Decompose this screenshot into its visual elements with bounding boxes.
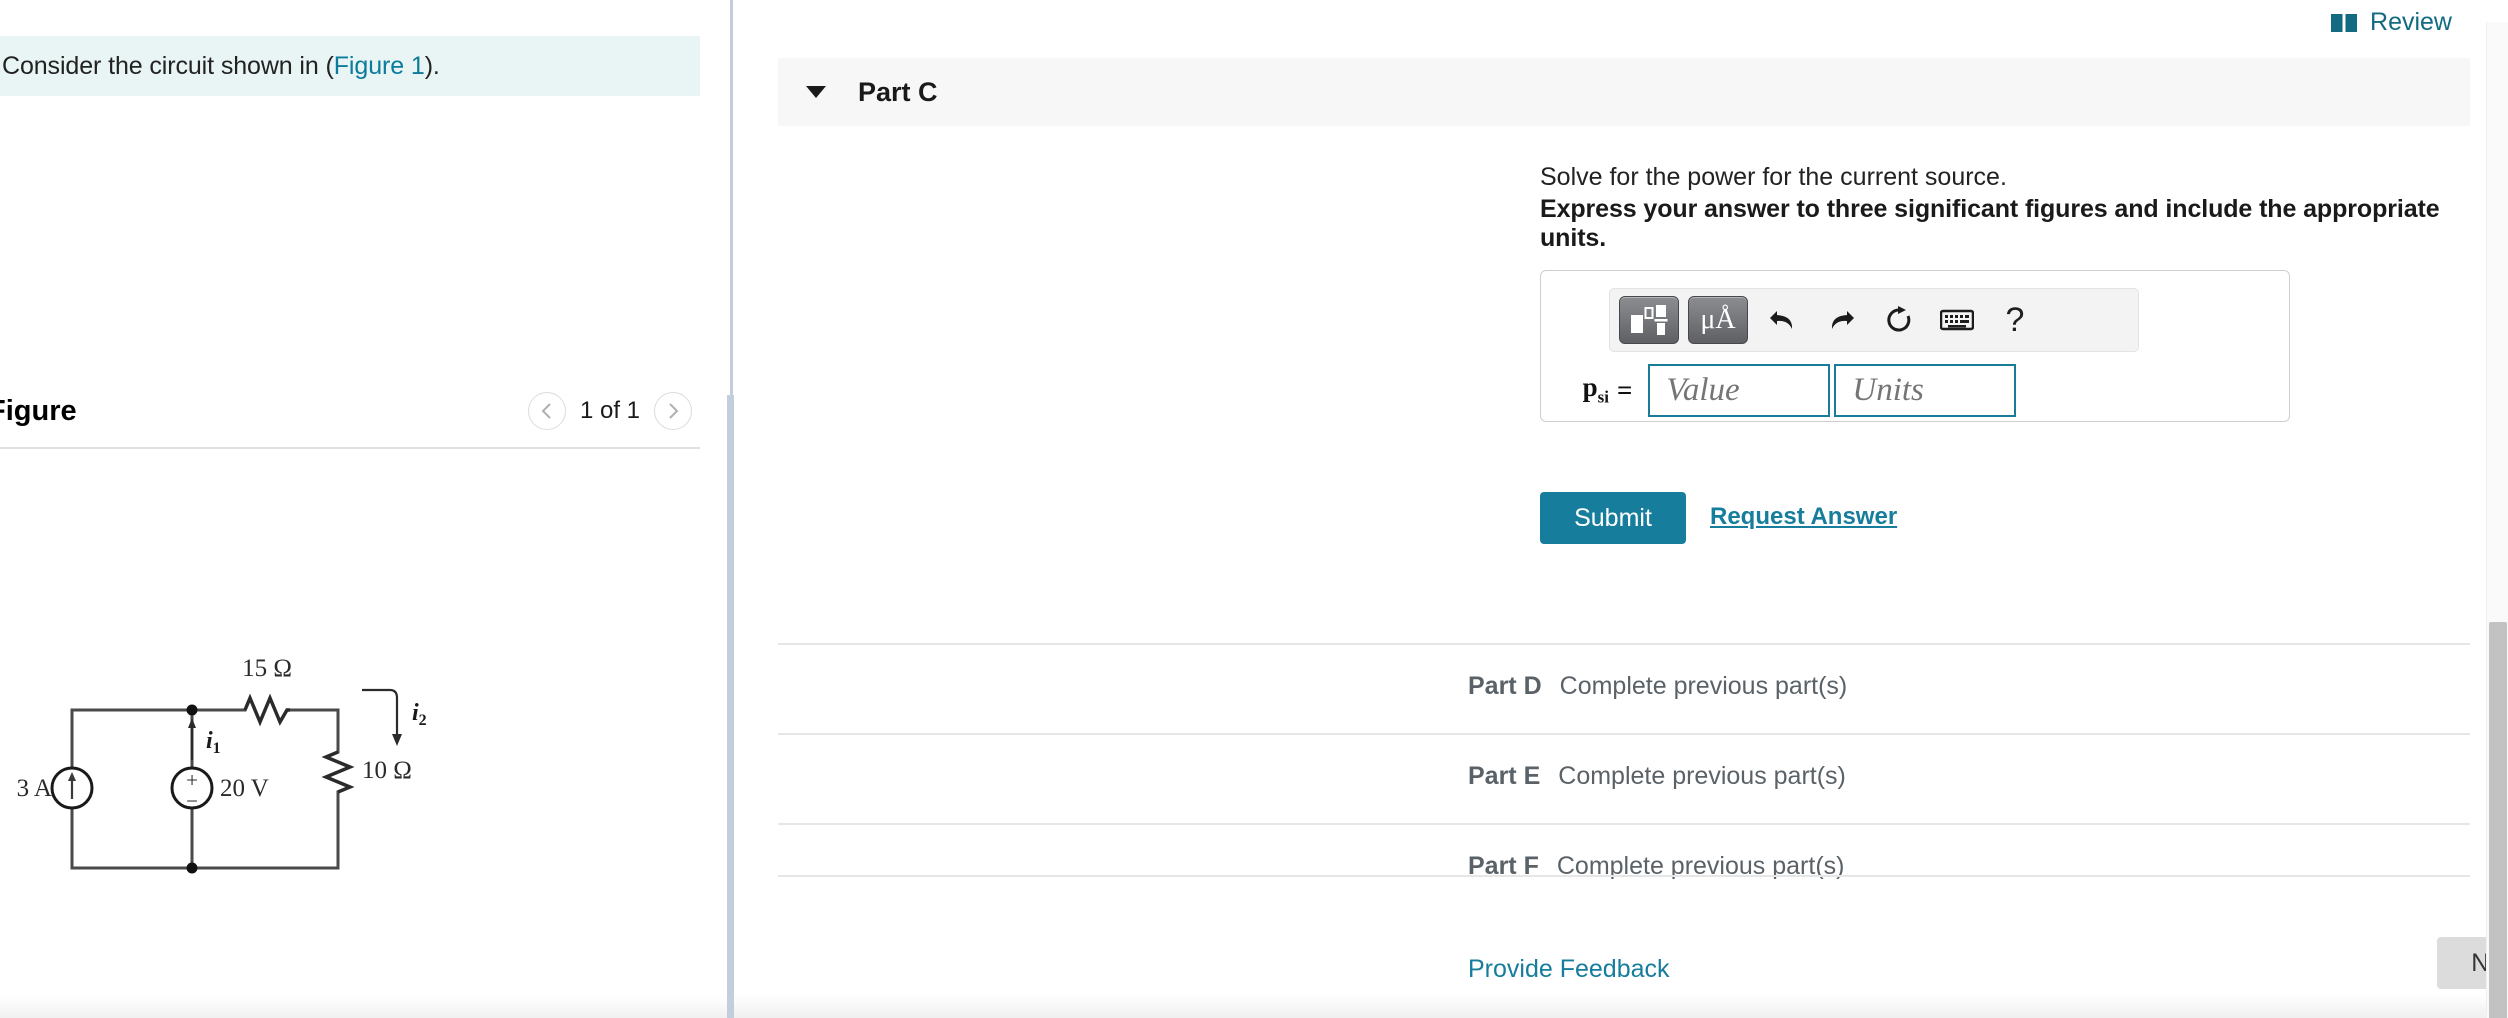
help-button[interactable]: ? bbox=[1992, 297, 2038, 343]
undo-arrow-icon bbox=[1770, 311, 1793, 329]
answer-variable-subscript: si bbox=[1597, 387, 1609, 407]
intro-prefix: Consider the circuit shown in ( bbox=[2, 51, 334, 80]
keyboard-icon bbox=[1940, 309, 1974, 331]
answer-variable: p bbox=[1582, 372, 1598, 403]
resistor-15-ohm-label: 15 Ω bbox=[242, 655, 292, 682]
voltage-minus-sign: − bbox=[186, 789, 198, 813]
figure-panel: Consider the circuit shown in (Figure 1)… bbox=[0, 0, 727, 1018]
redo-arrow-icon bbox=[1831, 311, 1854, 329]
circuit-diagram-svg: + − 3 A 20 V 15 Ω 10 Ω i1 i2 bbox=[17, 655, 427, 874]
chevron-left-icon bbox=[541, 403, 551, 419]
answer-entry-card: μÅ ? psi = Value Units bbox=[1540, 270, 2290, 422]
math-template-button[interactable] bbox=[1619, 296, 1679, 344]
page-scrollbar-track[interactable] bbox=[2486, 22, 2508, 1018]
resistor-10-ohm-label: 10 Ω bbox=[362, 757, 412, 784]
request-answer-link[interactable]: Request Answer bbox=[1710, 503, 1897, 531]
figure-title: Figure bbox=[0, 394, 77, 427]
i2-label: i2 bbox=[412, 700, 427, 729]
page-scrollbar-thumb[interactable] bbox=[2489, 622, 2507, 1018]
answer-value-input[interactable] bbox=[1648, 363, 1831, 417]
answer-variable-label: psi bbox=[1553, 372, 1609, 407]
math-template-icon bbox=[1631, 305, 1668, 335]
problem-intro-text: Consider the circuit shown in (Figure 1)… bbox=[0, 52, 440, 81]
left-panel-scrollbar[interactable] bbox=[0, 996, 727, 1018]
figure-1-link[interactable]: Figure 1 bbox=[334, 52, 425, 80]
assignment-panel: Review Part C Solve for the power for th… bbox=[734, 0, 2508, 1018]
figure-prev-button[interactable] bbox=[527, 392, 566, 430]
book-icon bbox=[2331, 13, 2358, 32]
caret-down-icon[interactable] bbox=[806, 86, 826, 98]
figure-nav: 1 of 1 bbox=[527, 382, 692, 440]
figure-counter: 1 of 1 bbox=[579, 397, 640, 424]
resistor-15-ohm-symbol bbox=[243, 693, 290, 727]
part-e-label: Part E bbox=[1468, 761, 1541, 790]
units-button[interactable]: μÅ bbox=[1688, 296, 1748, 344]
panel-divider-upper bbox=[730, 0, 733, 395]
answer-input-row: psi = bbox=[1541, 357, 2291, 423]
part-row-d[interactable]: Part D Complete previous part(s) bbox=[778, 643, 2470, 727]
part-row-e[interactable]: Part E Complete previous part(s) bbox=[778, 733, 2470, 817]
resistor-10-ohm-symbol bbox=[321, 750, 355, 794]
figure-divider bbox=[0, 447, 700, 449]
figure-next-button[interactable] bbox=[654, 392, 692, 430]
review-label: Review bbox=[2370, 8, 2452, 36]
review-link[interactable]: Review bbox=[2331, 8, 2452, 37]
micro-angstrom-icon: μÅ bbox=[1700, 304, 1736, 335]
part-row-f[interactable]: Part F Complete previous part(s) bbox=[778, 823, 2470, 907]
chevron-right-icon bbox=[669, 403, 679, 419]
redo-button[interactable] bbox=[1818, 297, 1864, 343]
circuit-figure[interactable]: + − 3 A 20 V 15 Ω 10 Ω i1 i2 bbox=[0, 580, 700, 920]
part-c-title: Part C bbox=[858, 76, 938, 107]
page-root: Consider the circuit shown in (Figure 1)… bbox=[0, 0, 2508, 1018]
answer-units-input[interactable] bbox=[1834, 363, 2017, 417]
equals-sign: = bbox=[1617, 374, 1633, 405]
submit-button[interactable]: Submit bbox=[1540, 492, 1686, 544]
footer-background bbox=[734, 994, 2508, 1018]
figure-header: Figure 1 of 1 bbox=[0, 382, 700, 440]
node-bottom bbox=[186, 862, 198, 874]
question-mark-icon: ? bbox=[2005, 300, 2025, 339]
i1-label: i1 bbox=[206, 728, 221, 757]
undo-button[interactable] bbox=[1760, 297, 1806, 343]
keyboard-button[interactable] bbox=[1934, 297, 1980, 343]
answer-toolbar: μÅ ? bbox=[1609, 288, 2139, 352]
i1-arrow-head bbox=[188, 718, 196, 728]
provide-feedback-link[interactable]: Provide Feedback bbox=[1468, 955, 1670, 984]
i2-arrow-shaft bbox=[362, 688, 399, 740]
intro-suffix: ). bbox=[424, 51, 440, 80]
part-e-status: Complete previous part(s) bbox=[1558, 761, 1846, 790]
problem-intro-banner: Consider the circuit shown in (Figure 1)… bbox=[0, 36, 700, 96]
reset-button[interactable] bbox=[1876, 297, 1922, 343]
part-c-prompt: Solve for the power for the current sour… bbox=[1540, 163, 2007, 191]
refresh-circle-icon bbox=[1887, 306, 1911, 332]
part-c-header[interactable]: Part C bbox=[778, 58, 2470, 126]
voltage-source-label: 20 V bbox=[220, 775, 269, 802]
part-d-label: Part D bbox=[1468, 671, 1542, 700]
current-source-label: 3 A bbox=[17, 775, 52, 802]
part-d-status: Complete previous part(s) bbox=[1559, 671, 1848, 700]
part-c-instruction: Express your answer to three significant… bbox=[1540, 195, 2440, 252]
footer-divider bbox=[778, 875, 2470, 877]
node-top bbox=[186, 704, 198, 716]
i2-arrow-head bbox=[392, 734, 402, 746]
